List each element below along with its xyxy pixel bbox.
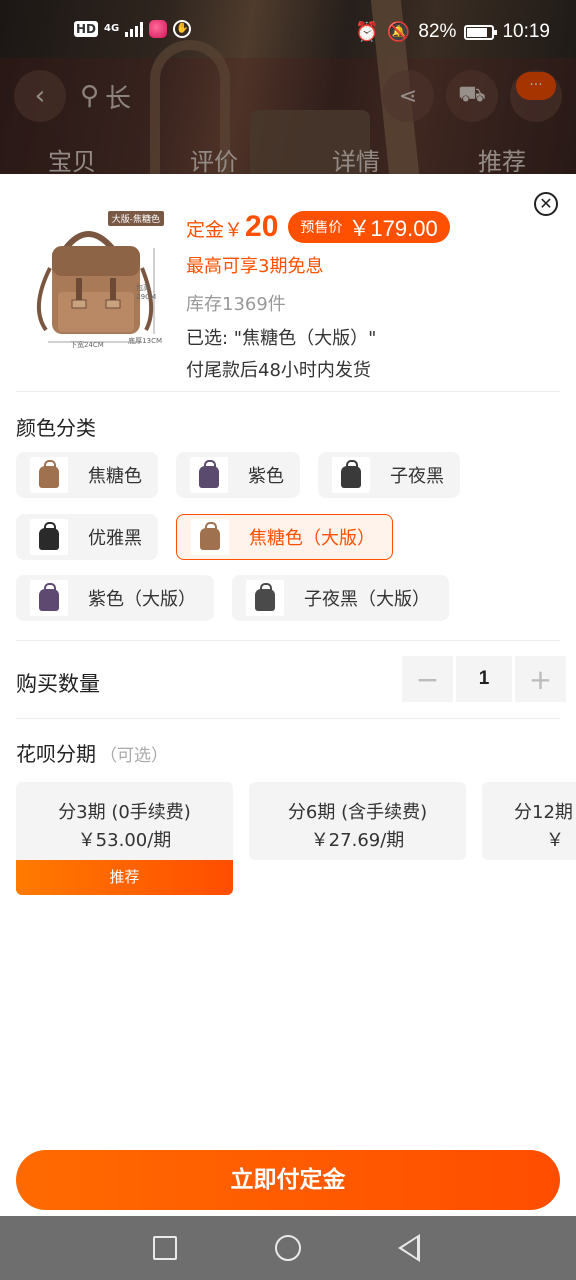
- variant-thumbnail: [30, 457, 68, 493]
- installment-plan-6[interactable]: 分6期 (含手续费) ￥27.69/期: [249, 782, 466, 860]
- recommend-badge: 推荐: [16, 860, 233, 895]
- presale-label: 预售价: [300, 220, 343, 236]
- battery-icon: [464, 24, 498, 40]
- color-option-midnight-black[interactable]: 子夜黑: [318, 452, 460, 498]
- plan-term: 分3期 (0手续费): [58, 802, 191, 823]
- backpack-image: [36, 231, 155, 343]
- option-label: 焦糖色: [88, 466, 142, 487]
- huabei-section-title: 花呗分期 （可选）: [16, 738, 168, 767]
- color-option-elegant-black[interactable]: 优雅黑: [16, 514, 158, 560]
- option-label: 紫色: [248, 466, 284, 487]
- presale-price: ￥179.00: [348, 216, 438, 241]
- signal-icon: [125, 21, 144, 37]
- divider: [16, 640, 560, 641]
- installment-plan-12[interactable]: 分12期 ￥: [482, 782, 576, 860]
- plan-price: ￥27.69/期: [310, 830, 405, 851]
- quantity-stepper: − 1 +: [402, 656, 566, 702]
- variant-thumbnail: [332, 457, 370, 493]
- option-label: 子夜黑: [390, 466, 444, 487]
- color-section-title: 颜色分类: [16, 416, 96, 440]
- installment-plan-3[interactable]: 分3期 (0手续费) ￥53.00/期: [16, 782, 233, 860]
- variant-thumbnail: [191, 519, 229, 555]
- network-type: 4G: [104, 23, 120, 34]
- hand-icon: ✋: [173, 20, 192, 38]
- battery-percent: 82%: [418, 21, 457, 42]
- color-option-midnight-black-large[interactable]: 子夜黑（大版）: [232, 575, 449, 621]
- hd-icon: HD: [74, 21, 99, 37]
- color-option-caramel[interactable]: 焦糖色: [16, 452, 158, 498]
- variant-thumbnail: [190, 457, 228, 493]
- option-label: 焦糖色（大版）: [249, 528, 375, 549]
- system-navigation-bar: [0, 1216, 576, 1280]
- width-dimension: 下宽24CM: [70, 341, 104, 349]
- shipping-note: 付尾款后48小时内发货: [186, 360, 371, 381]
- plan-price: ￥53.00/期: [77, 830, 172, 851]
- app-notification-icon: [149, 20, 168, 38]
- product-thumbnail[interactable]: 大版-焦糖色 包高 29CM 下宽24CM 底厚13CM: [24, 208, 166, 356]
- presale-badge: 预售价 ￥179.00: [288, 211, 450, 243]
- clock: 10:19: [502, 21, 550, 42]
- plan-term: 分12期: [514, 802, 573, 823]
- image-tag: 大版-焦糖色: [107, 211, 164, 226]
- option-label: 紫色（大版）: [88, 589, 196, 610]
- color-option-purple[interactable]: 紫色: [176, 452, 300, 498]
- deposit-value: 20: [245, 210, 279, 243]
- divider: [16, 718, 560, 719]
- option-label: 子夜黑（大版）: [304, 589, 430, 610]
- plan-price: ￥: [546, 830, 564, 851]
- increase-button[interactable]: +: [515, 656, 566, 702]
- quantity-label: 购买数量: [16, 672, 100, 696]
- status-bar: HD 4G ✋ ⏰ 🔕 82% 10:19: [0, 0, 576, 58]
- recent-apps-icon[interactable]: [153, 1236, 177, 1260]
- back-nav-icon[interactable]: [398, 1234, 420, 1262]
- deposit-label: 定金￥: [186, 219, 244, 241]
- option-label: 优雅黑: [88, 528, 142, 549]
- mute-icon: 🔕: [386, 22, 411, 43]
- sku-selection-sheet: ✕ 大版-焦糖色 包高 29CM 下宽24CM 底厚13CM 定金￥ 20 预售…: [0, 174, 576, 1216]
- installment-note: 最高可享3期免息: [186, 256, 324, 277]
- pay-deposit-button[interactable]: 立即付定金: [16, 1150, 560, 1210]
- decrease-button[interactable]: −: [402, 656, 453, 702]
- variant-thumbnail: [30, 519, 68, 555]
- product-info: 定金￥ 20 预售价 ￥179.00 最高可享3期免息 库存1369件 已选: …: [186, 210, 556, 384]
- plan-term: 分6期 (含手续费): [287, 802, 428, 823]
- color-option-purple-large[interactable]: 紫色（大版）: [16, 575, 214, 621]
- alarm-icon: ⏰: [355, 22, 379, 43]
- huabei-title: 花呗分期: [16, 742, 96, 766]
- divider: [16, 391, 560, 392]
- selected-variant: 已选: "焦糖色（大版）": [186, 328, 377, 349]
- stock-count: 库存1369件: [186, 294, 286, 315]
- variant-thumbnail: [30, 580, 68, 616]
- optional-hint: （可选）: [100, 746, 168, 766]
- home-icon[interactable]: [275, 1235, 301, 1261]
- color-option-caramel-large[interactable]: 焦糖色（大版）: [176, 514, 393, 560]
- variant-thumbnail: [246, 580, 284, 616]
- quantity-value[interactable]: 1: [456, 656, 512, 702]
- height-dimension: 包高 29CM: [136, 284, 156, 301]
- depth-dimension: 底厚13CM: [128, 337, 162, 345]
